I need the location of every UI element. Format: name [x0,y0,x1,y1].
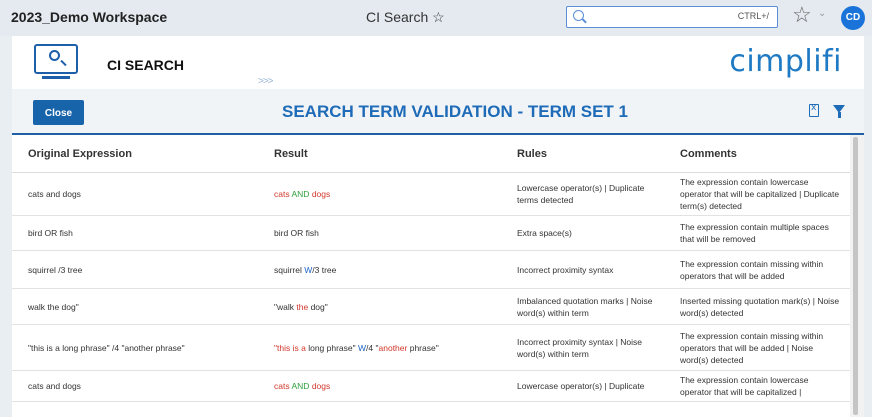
cell-original: "this is a long phrase" /4 "another phra… [12,324,258,371]
report-toolbar: Close SEARCH TERM VALIDATION - TERM SET … [12,89,864,135]
result-segment: AND [291,381,310,391]
main-panel: CI SEARCH >>> cimplifi Close SEARCH TERM… [12,36,864,417]
result-segment: cats [274,189,290,199]
result-segment: long phrase" [305,342,359,353]
table-row[interactable]: cats and dogs cats AND dogs Lowercase oper… [12,172,850,216]
favorites-star-icon[interactable]: ☆ [792,4,812,26]
app-name: CI SEARCH [107,57,185,73]
avatar[interactable]: CD [841,6,865,30]
cell-result: "walk the dog" [258,288,501,325]
cell-result: "this is a long phrase" W/4 "another phr… [258,324,501,371]
app-header: CI SEARCH >>> cimplifi [12,36,864,89]
column-header-comments[interactable]: Comments [664,135,850,173]
ci-search-logo-icon [34,44,78,79]
cell-rules: Lowercase operator(s) | Duplicate terms … [501,172,664,216]
cell-rules: Incorrect proximity syntax [501,250,664,289]
cell-result: squirrel W/3 tree [258,250,501,289]
table-header-row: Original Expression Result Rules Comment… [12,135,850,173]
global-search-input[interactable]: CTRL+/ [566,6,778,28]
result-segment: W [358,342,367,353]
cell-comments: The expression contain lowercase operato… [664,370,850,402]
search-icon [573,10,584,21]
table-row[interactable]: "this is a long phrase" /4 "another phra… [12,324,850,371]
excel-export-icon[interactable] [809,103,819,117]
cell-result: cats AND dogs [258,370,501,402]
page-title[interactable]: CI Search ☆ [366,9,445,26]
table-row[interactable]: cats and dogs cats AND dogs Lowercase oper… [12,370,850,402]
table-row[interactable]: bird OR fish bird OR fish Extra space(s) Th… [12,215,850,251]
result-segment: bird OR fish [274,228,319,238]
vertical-scrollbar[interactable] [850,135,864,417]
results-table-container: Original Expression Result Rules Comment… [12,135,850,417]
cell-comments: The expression contain lowercase operato… [664,172,850,216]
brand-logo: cimplifi [729,44,842,79]
chevron-down-icon[interactable]: ⌄ [818,8,826,19]
result-segment: dog" [308,301,328,312]
cell-rules: Lowercase operator(s) | Duplicate [501,370,664,402]
cell-original: walk the dog" [12,288,258,325]
result-segment: /4 " [366,342,379,353]
search-shortcut-hint: CTRL+/ [737,11,769,21]
result-segment: dogs [311,189,331,199]
scrollbar-thumb[interactable] [853,137,858,415]
workspace-title[interactable]: 2023_Demo Workspace [11,9,167,25]
cell-result: bird OR fish [258,215,501,251]
result-segment: the [296,301,309,312]
chevrons-icon: >>> [258,76,274,87]
title-bar: 2023_Demo Workspace CI Search ☆ CTRL+/ ☆… [0,0,872,36]
column-header-original[interactable]: Original Expression [12,135,258,173]
report-title: SEARCH TERM VALIDATION - TERM SET 1 [282,102,628,121]
cell-comments: The expression contain multiple spaces t… [664,215,850,251]
cell-original: cats and dogs [12,370,258,402]
result-segment: /3 tree [312,264,337,275]
result-segment: another [378,342,408,353]
column-header-result[interactable]: Result [258,135,501,173]
cell-rules: Imbalanced quotation marks | Noise word(… [501,288,664,325]
result-segment: squirrel [274,264,305,275]
results-table: Original Expression Result Rules Comment… [12,135,850,402]
result-segment: AND [291,189,310,199]
cell-original: squirrel /3 tree [12,250,258,289]
table-row[interactable]: squirrel /3 tree squirrel W/3 tree Incorre… [12,250,850,289]
cell-original: cats and dogs [12,172,258,216]
table-row[interactable]: walk the dog" "walk the dog" Imbalanced qu… [12,288,850,325]
result-segment: dogs [311,381,331,391]
cell-result: cats AND dogs [258,172,501,216]
result-segment: "this is a [274,342,306,353]
result-segment: phrase" [407,342,439,353]
filter-icon[interactable] [833,105,845,118]
cell-rules: Extra space(s) [501,215,664,251]
cell-comments: Inserted missing quotation mark(s) | Noi… [664,288,850,325]
result-segment: "walk [274,301,297,312]
result-segment: cats [274,381,290,391]
column-header-rules[interactable]: Rules [501,135,664,173]
cell-original: bird OR fish [12,215,258,251]
cell-comments: The expression contain missing within op… [664,324,850,371]
cell-rules: Incorrect proximity syntax | Noise word(… [501,324,664,371]
close-button[interactable]: Close [33,100,84,125]
cell-comments: The expression contain missing within op… [664,250,850,289]
